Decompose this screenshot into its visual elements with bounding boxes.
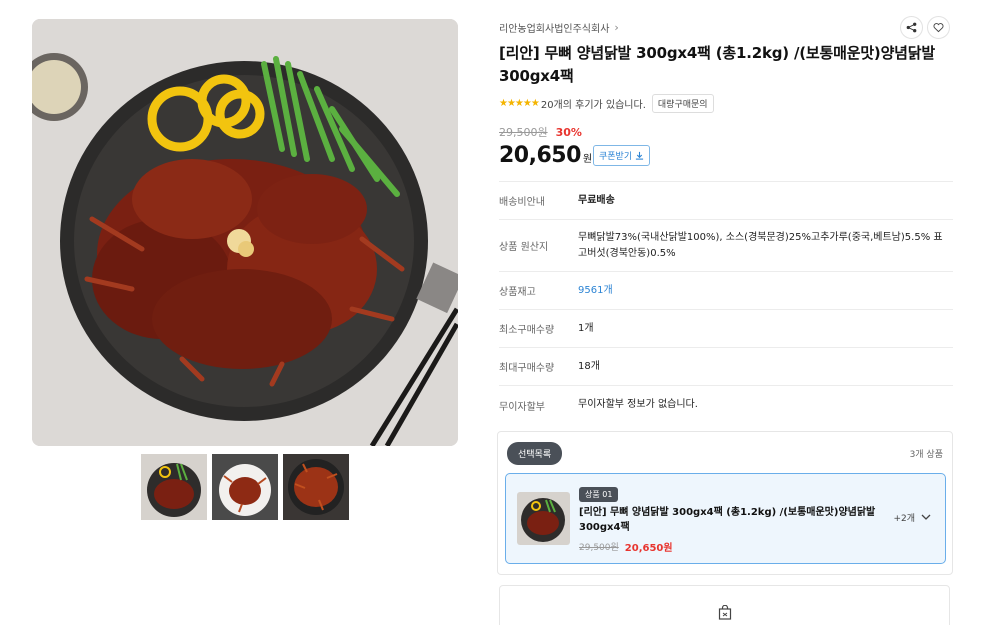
spec-value: 1개 [578,322,594,334]
spec-label: 상품 원산지 [499,242,549,253]
currency-unit: 원 [582,154,593,165]
review-count[interactable]: 20개의 후기가 있습니다. [541,96,646,111]
discount-row: 29,500원 30% [499,124,582,140]
wishlist-button[interactable] [927,16,950,39]
spec-value: 무료배송 [578,194,615,206]
thumbnail-strip [141,454,349,520]
spec-row-shipping: 배송비안내 무료배송 [499,182,953,220]
heart-icon [933,23,944,33]
selected-item-badge: 상품 01 [579,487,619,502]
sale-price: 20,650 [499,143,581,168]
shopping-bag-icon[interactable] [718,605,732,620]
spec-table: 배송비안내 무료배송 상품 원산지 무뼈닭발73%(국내산닭발100%), 소스… [499,181,953,424]
download-icon [636,151,644,160]
sale-price-row: 20,650 원 [499,143,592,168]
thumbnail-3[interactable] [283,454,349,520]
spec-label: 최소구매수량 [499,325,555,336]
selected-item[interactable]: 상품 01 [리안] 무뼈 양념닭발 300gx4팩 (총1.2kg) /(보통… [505,473,946,564]
spec-label: 상품재고 [499,287,536,298]
selected-item-sale-price: 20,650원 [624,543,673,554]
thumbnail-1[interactable] [141,454,207,520]
more-options-toggle[interactable]: +2개 [893,511,931,524]
spec-value[interactable]: 9561개 [578,283,613,299]
coupon-button[interactable]: 쿠폰받기 [593,145,651,166]
discount-rate: 30% [555,125,582,139]
more-options-label: +2개 [893,514,915,524]
coupon-label: 쿠폰받기 [599,152,633,162]
spec-row-min-qty: 최소구매수량 1개 [499,310,953,348]
share-button[interactable] [900,16,923,39]
brand-name: 리안농업회사법인주식회사 [499,24,610,35]
selected-item-prices: 29,500원 20,650원 [579,539,673,554]
product-title: [리안] 무뼈 양념닭발 300gx4팩 (총1.2kg) /(보통매운맛)양념… [499,44,935,85]
spec-value: 무뼈닭발73%(국내산닭발100%), 소스(경북문경)25%고추가루(중국,베… [578,231,943,259]
spec-row-stock: 상품재고 9561개 [499,272,953,310]
main-product-image [32,19,458,446]
spec-value: 18개 [578,360,600,372]
bulk-inquiry-button[interactable]: 대량구매문의 [651,94,714,113]
rating-stars: ★★★★★ [499,98,540,109]
selection-tag: 선택목록 [507,442,563,465]
chevron-right-icon: › [614,21,619,34]
thumbnail-2[interactable] [212,454,278,520]
share-icon [906,22,917,33]
spec-value: 무이자할부 정보가 없습니다. [578,399,698,410]
selected-item-name: [리안] 무뼈 양념닭발 300gx4팩 (총1.2kg) /(보통매운맛)양념… [579,507,876,533]
spec-row-installment: 무이자할부 무이자할부 정보가 없습니다. [499,386,953,424]
product-detail-page: 리안농업회사법인주식회사 › [리안] 무뼈 양념닭발 300gx4팩 (총1.… [0,0,1000,625]
selected-item-thumbnail [517,492,570,545]
selected-options-panel: 선택목록 3개 상품 상품 01 [리안] 무뼈 양념닭발 300gx4팩 (총… [497,431,953,575]
cart-panel [499,585,950,625]
spec-row-max-qty: 최대구매수량 18개 [499,348,953,386]
selection-count: 3개 상품 [909,450,943,460]
original-price: 29,500원 [499,126,548,139]
brand-link[interactable]: 리안농업회사법인주식회사 › [499,20,619,35]
spec-row-origin: 상품 원산지 무뼈닭발73%(국내산닭발100%), 소스(경북문경)25%고추… [499,220,953,272]
spec-label: 최대구매수량 [499,363,555,374]
spec-label: 배송비안내 [499,197,545,208]
rating-row: ★★★★★ 20개의 후기가 있습니다. 대량구매문의 [499,94,714,113]
spec-label: 무이자할부 [499,401,545,413]
selected-item-original-price: 29,500원 [579,543,619,553]
chevron-down-icon [921,514,931,520]
